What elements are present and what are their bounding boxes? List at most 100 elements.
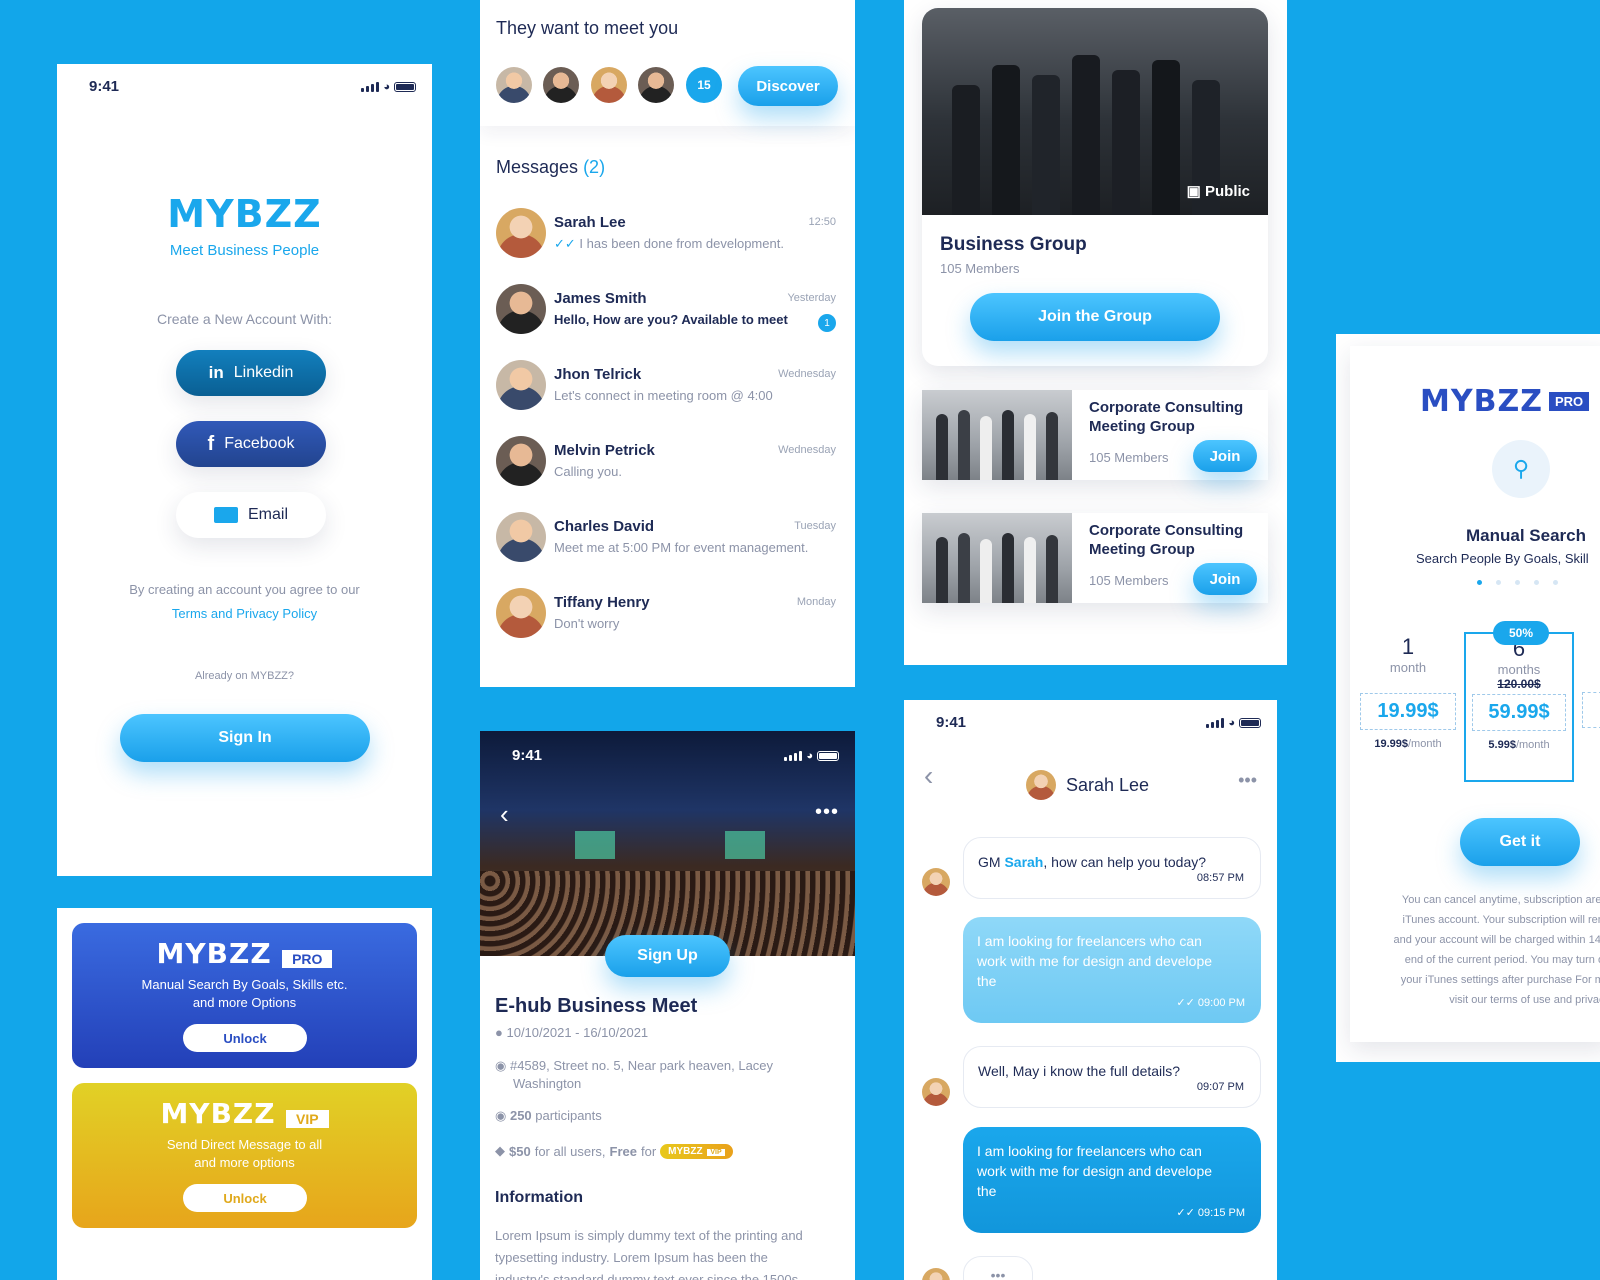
pro-line1: Manual Search By Goals, Skills etc. bbox=[141, 977, 348, 992]
sender-avatar bbox=[922, 1268, 950, 1280]
plan-6-months[interactable]: 50% 6 months 120.00$ 59.99$ 5.99$/month bbox=[1464, 621, 1574, 782]
participants-number: 250 bbox=[509, 1108, 532, 1123]
list-item[interactable]: Melvin Petrick Wednesday Calling you. bbox=[496, 436, 836, 506]
main-group-card[interactable]: ▣ Public Business Group 105 Members Join… bbox=[922, 8, 1268, 366]
join-label: Join bbox=[1209, 570, 1241, 588]
plan-unit: months bbox=[1497, 662, 1541, 677]
linkedin-button[interactable]: in Linkedin bbox=[176, 350, 326, 396]
discover-button[interactable]: Discover bbox=[738, 66, 838, 106]
message-suffix: , how can help you today? bbox=[1043, 854, 1207, 870]
linkedin-label: Linkedin bbox=[233, 364, 294, 381]
dot[interactable] bbox=[1515, 580, 1520, 585]
group-card[interactable]: Corporate Consulting Meeting Group 105 M… bbox=[922, 390, 1268, 480]
list-item[interactable]: James Smith Yesterday Hello, How are you… bbox=[496, 284, 836, 354]
group-title-line1: Corporate Consulting bbox=[1089, 522, 1244, 539]
search-icon: ⚲ bbox=[1492, 440, 1550, 498]
meet-avatar[interactable] bbox=[638, 67, 674, 103]
event-title: E-hub Business Meet bbox=[495, 995, 698, 1017]
fine-line: your iTunes settings after purchase For … bbox=[1400, 974, 1600, 986]
dot[interactable] bbox=[1496, 580, 1501, 585]
info-title: Information bbox=[495, 1189, 583, 1206]
wifi-icon: ◕ bbox=[383, 81, 390, 93]
vip-badge-brand: MYBZZ bbox=[668, 1145, 703, 1157]
message-sender: Charles David bbox=[554, 518, 655, 535]
group-card[interactable]: Corporate Consulting Meeting Group 105 M… bbox=[922, 513, 1268, 603]
list-item[interactable]: Charles David Tuesday Meet me at 5:00 PM… bbox=[496, 512, 836, 582]
sign-in-button[interactable]: Sign In bbox=[120, 714, 370, 762]
chat-bubble-outgoing: I am looking for freelancers who can wor… bbox=[963, 917, 1261, 1023]
message-sender: Tiffany Henry bbox=[554, 594, 650, 611]
status-time: 9:41 bbox=[89, 78, 120, 95]
facebook-button[interactable]: f Facebook bbox=[176, 421, 326, 467]
message-sender: Jhon Telrick bbox=[554, 366, 642, 383]
vip-card[interactable]: MYBZZ VIP Send Direct Message to all and… bbox=[72, 1083, 417, 1228]
chat-bubble-incoming: GM Sarah, how can help you today? 08:57 … bbox=[963, 837, 1261, 899]
message-text: Let's connect in meeting room @ 4:00 bbox=[554, 388, 773, 403]
list-item[interactable]: Sarah Lee 12:50 ✓✓ I has been done from … bbox=[496, 208, 836, 278]
price-for: for bbox=[640, 1143, 657, 1159]
messages-label: Messages bbox=[496, 157, 579, 177]
location-icon: ◉ bbox=[495, 1058, 507, 1073]
price-text: for all users, bbox=[534, 1143, 606, 1159]
plan-price: 19.99$ bbox=[1360, 693, 1456, 730]
vip-unlock-button[interactable]: Unlock bbox=[183, 1184, 307, 1212]
fine-print: You can cancel anytime, subscription are… bbox=[1356, 890, 1600, 1010]
meet-count-badge[interactable]: 15 bbox=[686, 67, 722, 103]
meet-avatar[interactable] bbox=[591, 67, 627, 103]
meet-header: They want to meet you 15 Discover bbox=[480, 0, 855, 126]
list-item[interactable]: Jhon Telrick Wednesday Let's connect in … bbox=[496, 360, 836, 430]
message-text: Hello, How are you? Available to meet bbox=[554, 312, 788, 327]
more-icon[interactable]: ••• bbox=[815, 801, 839, 824]
get-it-button[interactable]: Get it bbox=[1460, 818, 1580, 866]
facebook-label: Facebook bbox=[224, 435, 295, 452]
signal-icon bbox=[784, 751, 803, 761]
sign-up-button[interactable]: Sign Up bbox=[605, 935, 730, 977]
event-address: ◉ #4589, Street no. 5, Near park heaven,… bbox=[495, 1057, 773, 1093]
join-button[interactable]: Join bbox=[1193, 563, 1257, 595]
pro-unlock-button[interactable]: Unlock bbox=[183, 1024, 307, 1052]
vip-unlock-label: Unlock bbox=[223, 1190, 267, 1206]
dot[interactable] bbox=[1534, 580, 1539, 585]
meet-avatar[interactable] bbox=[543, 67, 579, 103]
back-icon[interactable]: ‹ bbox=[924, 760, 933, 792]
carousel-dots bbox=[1477, 580, 1558, 585]
avatar bbox=[496, 436, 546, 486]
dot-active[interactable] bbox=[1477, 580, 1482, 585]
double-check-icon: ✓✓ bbox=[1176, 1207, 1195, 1219]
info-line2: typesetting industry. Lorem Ipsum has be… bbox=[495, 1250, 768, 1265]
pro-line2: and more Options bbox=[192, 995, 297, 1010]
plan-1-month[interactable]: 1 month 19.99$ 19.99$/month bbox=[1360, 634, 1456, 772]
chat-bubble-incoming: Well, May i know the full details? 09:07… bbox=[963, 1046, 1261, 1108]
message-prefix: GM bbox=[978, 854, 1005, 870]
signal-icon bbox=[1206, 718, 1225, 728]
event-price: ◆ $50 for all users, Free for MYBZZ VIP bbox=[495, 1143, 733, 1159]
participants-label: participants bbox=[535, 1108, 602, 1123]
join-button[interactable]: Join bbox=[1193, 440, 1257, 472]
pro-card[interactable]: MYBZZ PRO Manual Search By Goals, Skills… bbox=[72, 923, 417, 1068]
clock-icon: ● bbox=[495, 1025, 503, 1040]
terms-link[interactable]: Terms and Privacy Policy bbox=[57, 606, 432, 621]
plan-monthly: 5.99$/month bbox=[1466, 739, 1572, 751]
message-sender: Sarah Lee bbox=[554, 214, 626, 231]
meet-avatar[interactable] bbox=[496, 67, 532, 103]
dot[interactable] bbox=[1553, 580, 1558, 585]
join-group-button[interactable]: Join the Group bbox=[970, 293, 1220, 341]
more-icon[interactable]: ••• bbox=[1238, 770, 1257, 791]
group-members: 105 Members bbox=[1089, 573, 1169, 588]
plan-3-edge[interactable] bbox=[1582, 692, 1600, 728]
list-item[interactable]: Tiffany Henry Monday Don't worry bbox=[496, 588, 836, 658]
plan-monthly: 19.99$/month bbox=[1360, 738, 1456, 750]
brand-logo: MYBZZ bbox=[167, 192, 322, 236]
pricing-card: MYBZZ PRO ⚲ Manual Search Search People … bbox=[1350, 346, 1600, 1042]
battery-icon bbox=[1239, 718, 1261, 728]
battery-icon bbox=[817, 751, 839, 761]
sign-in-label: Sign In bbox=[218, 729, 272, 746]
message-text: I am looking for freelancers who can wor… bbox=[977, 933, 1213, 989]
avatar bbox=[496, 512, 546, 562]
vip-badge: MYBZZ VIP bbox=[660, 1143, 733, 1159]
status-icons: ◕ bbox=[361, 81, 416, 93]
groups-screen: ▣ Public Business Group 105 Members Join… bbox=[904, 0, 1287, 665]
event-participants: ◉ 250 participants bbox=[495, 1108, 602, 1124]
email-button[interactable]: Email bbox=[176, 492, 326, 538]
back-icon[interactable]: ‹ bbox=[500, 799, 509, 830]
